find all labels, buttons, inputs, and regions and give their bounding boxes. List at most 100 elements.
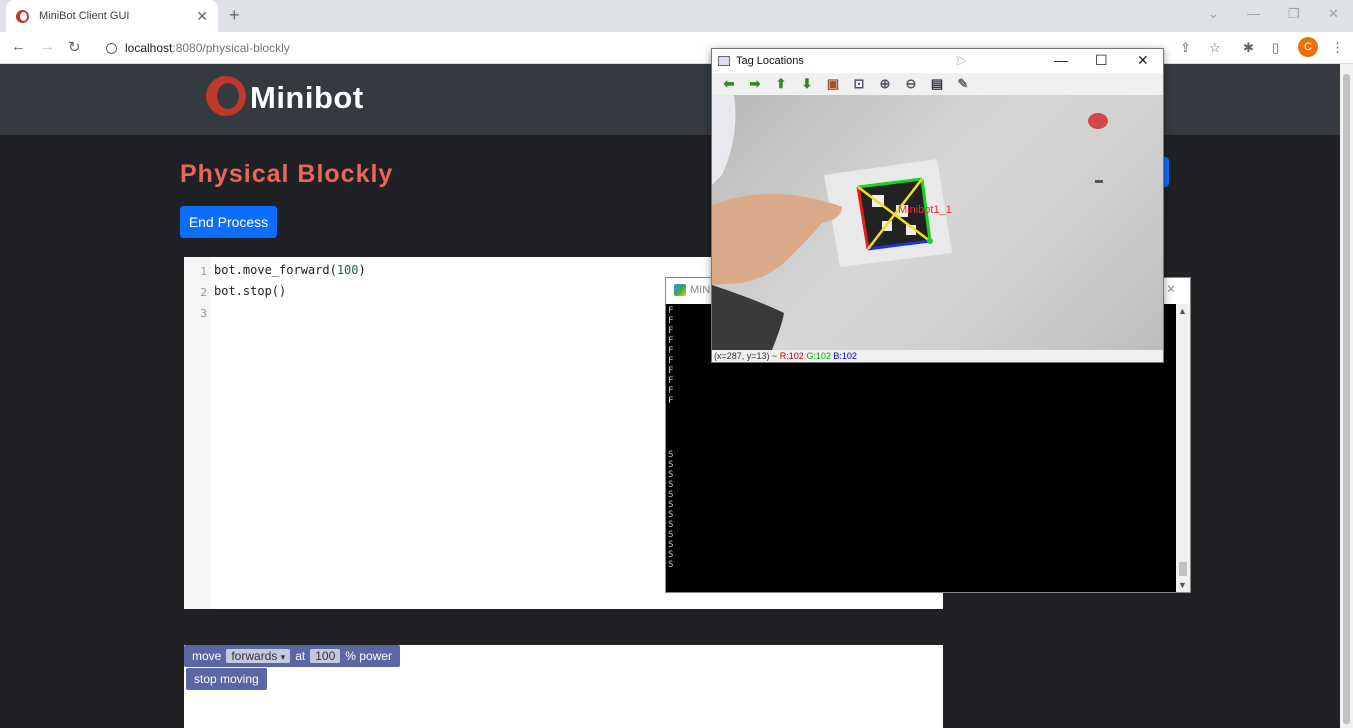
- block-label: move: [192, 649, 222, 663]
- mouse-cursor-icon: ➤: [955, 52, 967, 68]
- console-line: F: [668, 316, 674, 326]
- console-line: S: [668, 550, 674, 560]
- tag-corner-dot: [927, 238, 933, 244]
- direction-value: forwards: [231, 649, 278, 663]
- power-input[interactable]: 100: [310, 649, 341, 663]
- pixel-red: R:102: [779, 351, 804, 361]
- code-line[interactable]: bot.stop(): [214, 284, 286, 298]
- back-icon[interactable]: ←: [11, 38, 26, 55]
- line-number: 2: [200, 286, 207, 299]
- code-line[interactable]: bot.move_forward(100): [214, 263, 366, 277]
- maximize-icon[interactable]: ☐: [1095, 52, 1108, 69]
- console-line: F: [668, 306, 674, 316]
- profile-avatar[interactable]: C: [1298, 37, 1318, 57]
- bookmark-star-icon[interactable]: ☆: [1209, 40, 1221, 56]
- url-host: localhost: [125, 41, 173, 55]
- hand: [712, 193, 842, 285]
- zoom-in-icon[interactable]: ⊕: [872, 76, 898, 92]
- pan-up-icon[interactable]: ⬆: [768, 76, 794, 92]
- dropdown-arrow-icon: ▾: [280, 652, 286, 662]
- console-line: S: [668, 500, 674, 510]
- zoom-out-image-icon[interactable]: ⊡: [846, 76, 872, 92]
- console-line: F: [668, 326, 674, 336]
- line-number: 3: [200, 307, 207, 320]
- browser-tab[interactable]: MiniBot Client GUI ✕: [6, 0, 218, 32]
- console-scroll-thumb[interactable]: [1179, 562, 1187, 576]
- console-title: MIN: [690, 284, 711, 296]
- console-line: S: [668, 450, 674, 460]
- site-info-icon[interactable]: [106, 42, 117, 54]
- code-text: ): [358, 263, 366, 277]
- code-text: bot.move_forward(: [214, 263, 337, 277]
- small-object: [1095, 180, 1103, 183]
- properties-icon[interactable]: ✎: [950, 76, 976, 92]
- close-icon[interactable]: ✕: [1166, 282, 1176, 296]
- direction-dropdown[interactable]: forwards ▾: [226, 649, 291, 663]
- zoom-in-image-icon[interactable]: ▣: [820, 76, 846, 92]
- minibot-logo-icon[interactable]: [206, 76, 246, 116]
- extensions-icon[interactable]: ✱: [1243, 40, 1254, 56]
- console-app-icon: [674, 284, 686, 296]
- stop-moving-block[interactable]: stop moving: [186, 668, 267, 690]
- pan-down-icon[interactable]: ⬇: [794, 76, 820, 92]
- console-line: S: [668, 470, 674, 480]
- camera-view[interactable]: Minibot1_1: [712, 95, 1163, 350]
- line-number: 1: [200, 265, 207, 278]
- console-line: F: [668, 346, 674, 356]
- restore-window-icon[interactable]: ❐: [1288, 6, 1300, 22]
- url-path: :8080/physical-blockly: [172, 41, 290, 55]
- pixel-green: G:102: [806, 351, 831, 361]
- move-block[interactable]: move forwards ▾ at 100 % power: [184, 645, 400, 667]
- share-icon[interactable]: ⇪: [1180, 40, 1191, 56]
- tag-window-titlebar[interactable]: Tag Locations — ☐ ✕: [712, 49, 1163, 73]
- pixel-status-bar: (x=287, y=13) ~ R:102 G:102 B:102: [712, 350, 1163, 362]
- tab-close-icon[interactable]: ✕: [196, 8, 208, 25]
- tag-id-label: Minibot1_1: [898, 204, 952, 216]
- save-icon[interactable]: ▤: [924, 76, 950, 92]
- more-menu-icon[interactable]: ⋮: [1331, 40, 1344, 56]
- code-text: bot.stop(): [214, 284, 287, 298]
- page-title: Physical Blockly: [180, 160, 394, 188]
- reload-icon[interactable]: ↻: [68, 38, 81, 56]
- console-line: F: [668, 366, 674, 376]
- scroll-down-icon[interactable]: ▼: [1178, 580, 1187, 590]
- new-tab-icon[interactable]: +: [229, 5, 240, 26]
- tag-window-title: Tag Locations: [736, 55, 804, 67]
- console-line: F: [668, 336, 674, 346]
- pan-right-icon[interactable]: ➡: [742, 76, 768, 92]
- end-process-button[interactable]: End Process: [180, 206, 277, 238]
- block-label: at: [295, 649, 306, 663]
- scroll-up-icon[interactable]: ▲: [1178, 306, 1187, 316]
- console-line: F: [668, 356, 674, 366]
- console-line: S: [668, 490, 674, 500]
- close-window-icon[interactable]: ✕: [1328, 6, 1339, 22]
- console-line: S: [668, 540, 674, 550]
- console-line: S: [668, 510, 674, 520]
- block-label: stop moving: [194, 672, 259, 686]
- page-scrollbar[interactable]: [1340, 64, 1353, 728]
- close-icon[interactable]: ✕: [1137, 52, 1149, 69]
- tab-search-icon[interactable]: ⌄: [1208, 6, 1219, 22]
- console-line: F: [668, 396, 674, 406]
- console-line: S: [668, 460, 674, 470]
- forward-icon[interactable]: →: [40, 38, 55, 55]
- minimize-window-icon[interactable]: —: [1247, 6, 1260, 21]
- console-scrollbar[interactable]: ▲ ▼: [1176, 304, 1190, 592]
- console-line: S: [668, 520, 674, 530]
- brand-name[interactable]: Minibot: [250, 80, 364, 116]
- side-panel-icon[interactable]: ▯: [1272, 40, 1279, 56]
- scrollbar-thumb[interactable]: [1343, 74, 1350, 724]
- tab-title: MiniBot Client GUI: [39, 10, 130, 22]
- tag-locations-window[interactable]: Tag Locations — ☐ ✕ ⬅ ➡ ⬆ ⬇ ▣ ⊡ ⊕ ⊖ ▤ ✎: [711, 48, 1164, 363]
- sleeve: [712, 285, 784, 350]
- zoom-out-icon[interactable]: ⊖: [898, 76, 924, 92]
- window-app-icon: [718, 56, 730, 66]
- console-line: S: [668, 530, 674, 540]
- browser-tab-bar: MiniBot Client GUI ✕ + ⌄ — ❐ ✕: [0, 0, 1353, 32]
- pixel-coords: (x=287, y=13) ~: [714, 351, 780, 361]
- pan-left-icon[interactable]: ⬅: [716, 76, 742, 92]
- image-toolbar: ⬅ ➡ ⬆ ⬇ ▣ ⊡ ⊕ ⊖ ▤ ✎: [712, 73, 1163, 95]
- code-number: 100: [336, 263, 359, 277]
- minimize-icon[interactable]: —: [1054, 52, 1068, 68]
- block-label: % power: [345, 649, 392, 663]
